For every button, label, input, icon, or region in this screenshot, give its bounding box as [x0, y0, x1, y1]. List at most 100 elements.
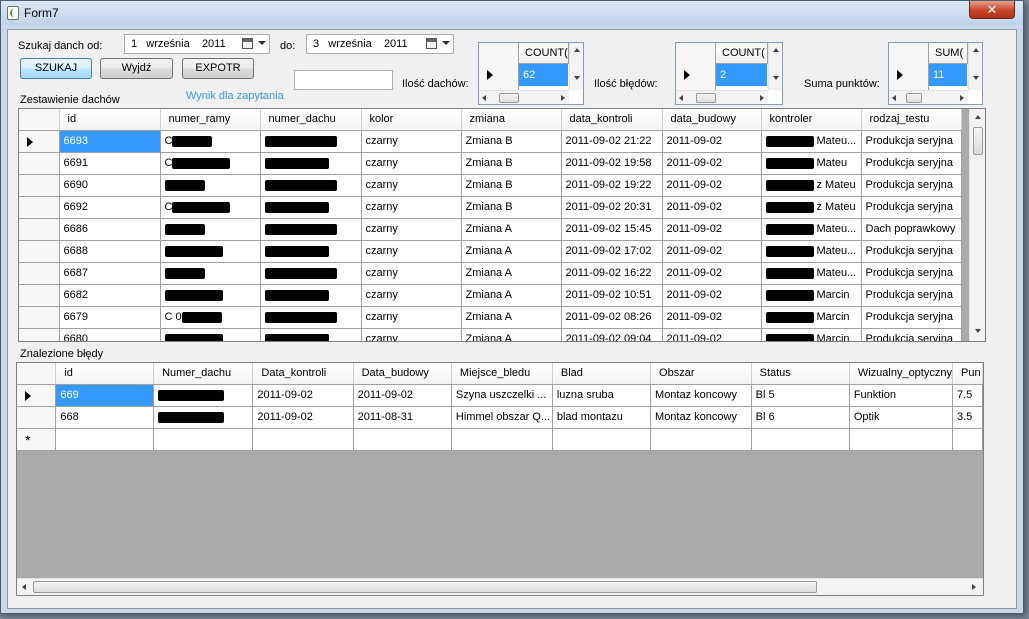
scroll-thumb[interactable] [906, 93, 922, 103]
cell-kontroler[interactable]: Mateu [761, 152, 862, 175]
new-row[interactable]: * [17, 428, 983, 451]
cell-kolor[interactable]: czarny [361, 262, 462, 285]
table-row[interactable]: 6679 C 0 czarny Zmiana A 2011-09-02 08:26 201… [19, 306, 962, 329]
cell-data-budowy[interactable]: 2011-08-31 [353, 406, 452, 429]
cell-wizualny-optyczny[interactable]: Optik [849, 406, 953, 429]
cell-data-budowy[interactable]: 2011-09-02 [662, 130, 762, 153]
cell-data-kontroli[interactable]: 2011-09-02 19:22 [561, 174, 663, 197]
points-sum-vscroll[interactable] [968, 43, 982, 90]
table-row[interactable]: 6687 czarny Zmiana A 2011-09-02 16:22 2011-0… [19, 262, 962, 285]
cell-kontroler[interactable]: Marcin [761, 306, 862, 329]
row-header[interactable] [19, 328, 60, 341]
new-row-cell[interactable] [451, 428, 553, 451]
cell-kontroler[interactable]: Mateu... [761, 130, 862, 153]
cell-id[interactable]: 6680 [59, 328, 161, 341]
cell-data-budowy[interactable]: 2011-09-02 [662, 218, 762, 241]
cell-rodzaj-testu[interactable]: Produkcja seryjna [861, 174, 962, 197]
new-row-cell[interactable] [650, 428, 752, 451]
cell-numer-ramy[interactable] [160, 328, 261, 341]
col-header-numer-dachu[interactable]: Numer_dachu [153, 363, 254, 385]
col-header-kontroler[interactable]: kontroler [761, 109, 862, 131]
cell-kolor[interactable]: czarny [361, 284, 462, 307]
cell-data-budowy[interactable]: 2011-09-02 [662, 240, 762, 263]
col-header-wizualny-optyczny[interactable]: Wizualny_optyczny [849, 363, 953, 385]
new-row-cell[interactable] [252, 428, 354, 451]
col-header-id[interactable]: id [55, 363, 155, 385]
scroll-thumb[interactable] [696, 93, 716, 103]
cell-rodzaj-testu[interactable]: Produkcja seryjna [861, 196, 962, 219]
cell-miejsce-bledu[interactable]: Himmel obszar Q... [451, 406, 553, 429]
col-header-data-kontroli[interactable]: data_kontroli [561, 109, 663, 131]
new-row-cell[interactable] [153, 428, 254, 451]
col-header-id[interactable]: id [59, 109, 161, 131]
export-button[interactable]: EXPOTR [182, 58, 254, 79]
cell-data-budowy[interactable]: 2011-09-02 [662, 174, 762, 197]
cell-numer-ramy[interactable]: C [160, 196, 261, 219]
errors-count-vscroll[interactable] [768, 43, 782, 90]
errors-hscroll[interactable] [17, 578, 983, 595]
row-header[interactable] [19, 174, 60, 197]
cell-blad[interactable]: blad montazu [552, 406, 652, 429]
cell-id[interactable]: 6686 [59, 218, 161, 241]
cell-data-kontroli[interactable]: 2011-09-02 [252, 384, 354, 407]
cell-numer-dachu[interactable] [260, 306, 362, 329]
cell-kontroler[interactable]: Mateu... [761, 218, 862, 241]
row-header[interactable]: * [17, 428, 57, 451]
col-header-kolor[interactable]: kolor [361, 109, 462, 131]
cell-numer-dachu[interactable] [153, 384, 254, 407]
cell-data-budowy[interactable]: 2011-09-02 [662, 328, 762, 341]
errors-count-value[interactable]: 2 [716, 64, 767, 86]
cell-rodzaj-testu[interactable]: Produkcja seryjna [861, 284, 962, 307]
row-header[interactable] [19, 262, 60, 285]
cell-kontroler[interactable]: Marcin [761, 284, 862, 307]
cell-wizualny-optyczny[interactable]: Funktion [849, 384, 953, 407]
cell-numer-ramy[interactable] [160, 284, 261, 307]
cell-numer-ramy[interactable] [160, 174, 261, 197]
cell-rodzaj-testu[interactable]: Produkcja seryjna [861, 130, 962, 153]
table-row[interactable]: 6690 czarny Zmiana B 2011-09-02 19:22 2011-0… [19, 174, 962, 197]
points-sum-hscroll[interactable] [889, 90, 968, 104]
cell-id[interactable]: 6682 [59, 284, 161, 307]
points-sum-value[interactable]: 11 [929, 64, 967, 86]
date-from-dropdown[interactable] [240, 36, 268, 52]
row-header[interactable] [19, 130, 60, 153]
cell-data-kontroli[interactable]: 2011-09-02 [252, 406, 354, 429]
col-header-rodzaj-testu[interactable]: rodzaj_testu [861, 109, 962, 131]
cell-numer-ramy[interactable]: C [160, 152, 261, 175]
cell-zmiana[interactable]: Zmiana A [461, 328, 562, 341]
new-row-cell[interactable] [55, 428, 155, 451]
points-sum-grid[interactable]: SUM( 11 [888, 42, 983, 105]
cell-status[interactable]: Bl 5 [751, 384, 850, 407]
row-header[interactable] [17, 406, 57, 429]
cell-kolor[interactable]: czarny [361, 218, 462, 241]
cell-kolor[interactable]: czarny [361, 152, 462, 175]
cell-data-kontroli[interactable]: 2011-09-02 10:51 [561, 284, 663, 307]
row-header[interactable] [19, 196, 60, 219]
cell-id[interactable]: 669 [55, 384, 155, 407]
search-button[interactable]: SZUKAJ [20, 58, 92, 79]
table-row[interactable]: 6691 Cczarny Zmiana B 2011-09-02 19:58 2011-… [19, 152, 962, 175]
cell-id[interactable]: 6692 [59, 196, 161, 219]
query-input[interactable] [294, 70, 393, 90]
cell-rodzaj-testu[interactable]: Produkcja seryjna [861, 328, 962, 341]
cell-numer-ramy[interactable] [160, 218, 261, 241]
cell-numer-dachu[interactable] [153, 406, 254, 429]
cell-id[interactable]: 6693 [59, 130, 161, 153]
cell-data-kontroli[interactable]: 2011-09-02 17:02 [561, 240, 663, 263]
table-row[interactable]: 669 2011-09-02 2011-09-02 Szyna uszczelki .… [17, 384, 983, 407]
table-row[interactable]: 6692 Cczarny Zmiana B 2011-09-02 20:31 2011-… [19, 196, 962, 219]
row-header[interactable] [19, 218, 60, 241]
date-to-picker[interactable]: 3 września 2011 [306, 34, 454, 54]
col-header-data-budowy[interactable]: Data_budowy [353, 363, 452, 385]
cell-kontroler[interactable]: Mateu... [761, 262, 862, 285]
cell-id[interactable]: 6688 [59, 240, 161, 263]
cell-rodzaj-testu[interactable]: Produkcja seryjna [861, 262, 962, 285]
date-to-dropdown[interactable] [424, 36, 452, 52]
cell-numer-ramy[interactable] [160, 262, 261, 285]
row-header[interactable] [19, 152, 60, 175]
errors-count-grid[interactable]: COUNT( 2 [675, 42, 783, 105]
col-header-status[interactable]: Status [751, 363, 850, 385]
cell-kolor[interactable]: czarny [361, 196, 462, 219]
cell-blad[interactable]: luzna sruba [552, 384, 652, 407]
table-row[interactable]: 6686 czarny Zmiana A 2011-09-02 15:45 2011-0… [19, 218, 962, 241]
